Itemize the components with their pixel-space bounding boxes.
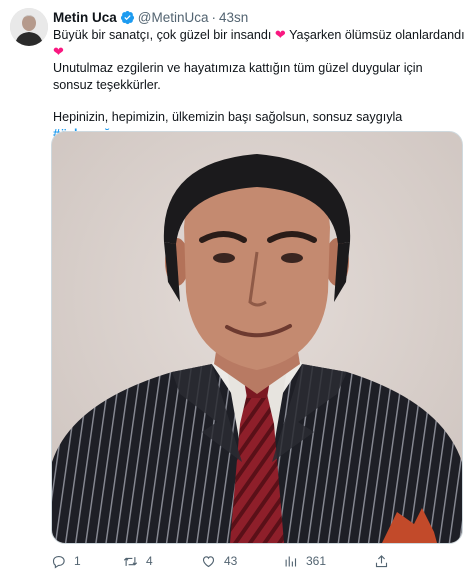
para1-text: Büyük bir sanatçı, çok güzel bir insandı	[53, 28, 272, 42]
para1-text-2: Yaşarken ölümsüz olanlardandı	[289, 28, 465, 42]
tweet-timestamp[interactable]: 43sn	[219, 10, 248, 25]
heart-emoji-icon: ❤	[53, 43, 64, 59]
para3-text: Hepinizin, hepimizin, ülkemizin başı sağ…	[53, 110, 403, 124]
tweet-photo[interactable]	[51, 131, 463, 544]
like-count: 43	[224, 554, 238, 568]
tweet-paragraph-1: Büyük bir sanatçı, çok güzel bir insandı…	[53, 27, 465, 60]
share-icon	[375, 554, 388, 567]
author-name[interactable]: Metin Uca	[53, 10, 117, 25]
views-icon	[285, 556, 297, 566]
heart-emoji-icon: ❤	[274, 27, 286, 42]
views-count: 361	[306, 554, 327, 568]
reply-button[interactable]: 1	[51, 554, 81, 569]
verified-badge-icon	[120, 10, 134, 24]
author-avatar[interactable]	[10, 8, 48, 46]
author-handle[interactable]: @MetinUca	[138, 10, 209, 25]
reply-icon	[52, 555, 65, 568]
portrait-image	[52, 132, 462, 543]
separator-dot: ·	[211, 9, 217, 25]
like-icon	[202, 555, 215, 567]
tweet-paragraph-2: Unutulmaz ezgilerin ve hayatımıza kattığ…	[53, 61, 423, 92]
retweet-button[interactable]: 4	[123, 554, 153, 569]
share-button[interactable]	[374, 554, 389, 569]
retweet-count: 4	[146, 554, 153, 568]
reply-count: 1	[74, 554, 81, 568]
tweet-text: Büyük bir sanatçı, çok güzel bir insandı…	[53, 27, 465, 142]
tweet-header: Metin Uca @MetinUca · 43sn	[53, 8, 248, 26]
retweet-icon	[123, 556, 138, 566]
like-button[interactable]: 43	[201, 554, 237, 569]
views-button[interactable]: 361	[283, 554, 326, 569]
tweet-actions: 1 4 43 361	[51, 552, 461, 570]
